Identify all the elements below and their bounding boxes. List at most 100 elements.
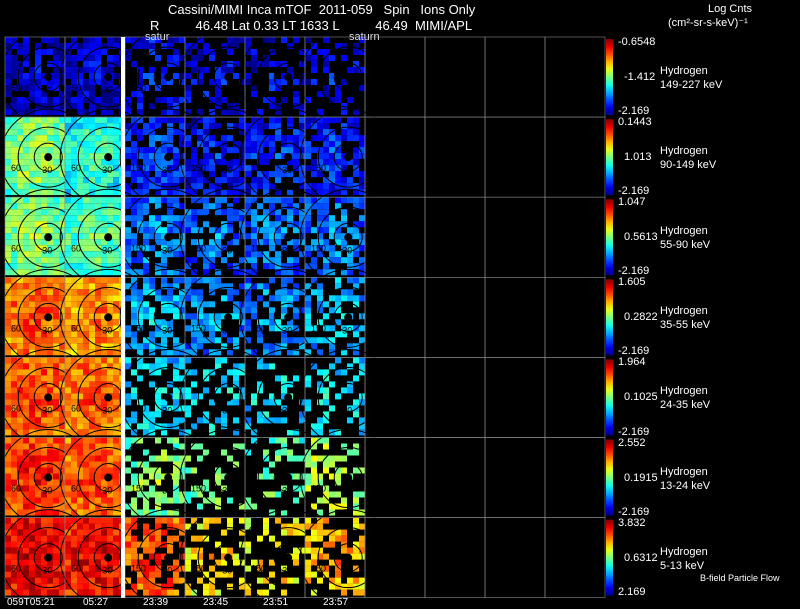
heatmap-cell [59,523,65,530]
heatmap-cell [95,171,101,178]
heatmap-cell [23,43,29,49]
heatmap-cell [107,277,113,284]
contour-label: 30 [282,165,292,175]
heatmap-cell [347,227,353,234]
heatmap-cell [275,171,281,178]
contour-label: 150 [251,243,266,253]
heatmap-cell [167,455,173,462]
heatmap-cell [353,277,359,284]
heatmap-cell [149,165,155,172]
heatmap-cell [149,117,155,124]
heatmap-cell [23,583,29,590]
heatmap-cell [29,85,35,91]
heatmap-cell [335,577,341,584]
heatmap-cell [47,129,53,136]
heatmap-cell [335,153,341,160]
empty-panel [544,517,606,598]
heatmap-cell [23,381,29,388]
heatmap-cell [23,589,29,596]
heatmap-cell [203,589,209,596]
heatmap-cell [113,227,119,234]
heatmap-cell [311,429,317,436]
contour-label: 60 [71,163,81,173]
heatmap-cell [191,467,197,474]
heatmap-cell [41,295,47,302]
heatmap-cell [209,203,215,210]
heatmap-cell [251,349,257,356]
contour-label: 150 [131,564,146,574]
heatmap-cell [305,301,311,308]
heatmap-cell [317,283,323,290]
heatmap-cell [35,177,41,184]
heatmap-cell [323,67,329,73]
heatmap-cell [107,375,113,382]
heatmap-cell [5,141,11,148]
heatmap-cell [59,357,65,364]
heatmap-cell [185,455,191,462]
heatmap-cell [29,363,35,370]
heatmap-cell [263,153,269,160]
heatmap-cell [155,215,161,222]
heatmap-cell [47,589,53,596]
heatmap-cell [17,43,23,49]
saturn-marker [224,473,233,482]
heatmap-cell [227,203,233,210]
heatmap-cell [203,147,209,154]
heatmap-cell [251,49,257,55]
contour-label: 150 [311,243,326,253]
heatmap-cell [197,417,203,424]
heatmap-cell [275,197,281,204]
heatmap-cell [251,215,257,222]
heatmap-cell [347,123,353,130]
heatmap-cell [161,277,167,284]
heatmap-cell [203,301,209,308]
heatmap-cell [149,485,155,492]
heatmap-cell [215,313,221,320]
heatmap-cell [179,117,185,124]
heatmap-cell [173,55,179,61]
heatmap-cell [155,357,161,364]
empty-panel [364,116,426,198]
heatmap-cell [191,269,197,276]
heatmap-cell [287,43,293,49]
heatmap-cell [71,307,77,314]
heatmap-cell [41,387,47,394]
heatmap-cell [53,289,59,296]
heatmap-cell [95,571,101,578]
heatmap-cell [95,153,101,160]
heatmap-cell [185,553,191,560]
heatmap-cell [17,209,23,216]
contour-label: 150 [311,163,326,173]
heatmap-cell [281,215,287,222]
heatmap-cell [53,177,59,184]
heatmap-cell [305,541,311,548]
heatmap-cell [77,43,83,49]
heatmap-cell [89,277,95,284]
heatmap-cell [191,393,197,400]
heatmap-cell [215,589,221,596]
heatmap-cell [107,189,113,196]
heatmap-cell [347,295,353,302]
heatmap-cell [305,55,311,61]
heatmap-cell [11,535,17,542]
contour-label: 60 [11,243,21,253]
time-tick-label: 23:51 [263,597,289,608]
heatmap-cell [167,129,173,136]
heatmap-cell [47,177,53,184]
heatmap-cell [269,277,275,284]
heatmap-cell [191,547,197,554]
heatmap-cell [287,189,293,196]
heatmap-cell [353,553,359,560]
heatmap-cell [77,375,83,382]
heatmap-cell [11,61,17,67]
heatmap-cell [317,529,323,536]
heatmap-cell [83,479,89,486]
heatmap-cell [143,307,149,314]
heatmap-cell [287,577,293,584]
heatmap-cell [11,357,17,364]
heatmap-cell [269,325,275,332]
heatmap-cell [179,123,185,130]
heatmap-cell [167,295,173,302]
heatmap-cell [221,295,227,302]
heatmap-cell [137,97,143,103]
